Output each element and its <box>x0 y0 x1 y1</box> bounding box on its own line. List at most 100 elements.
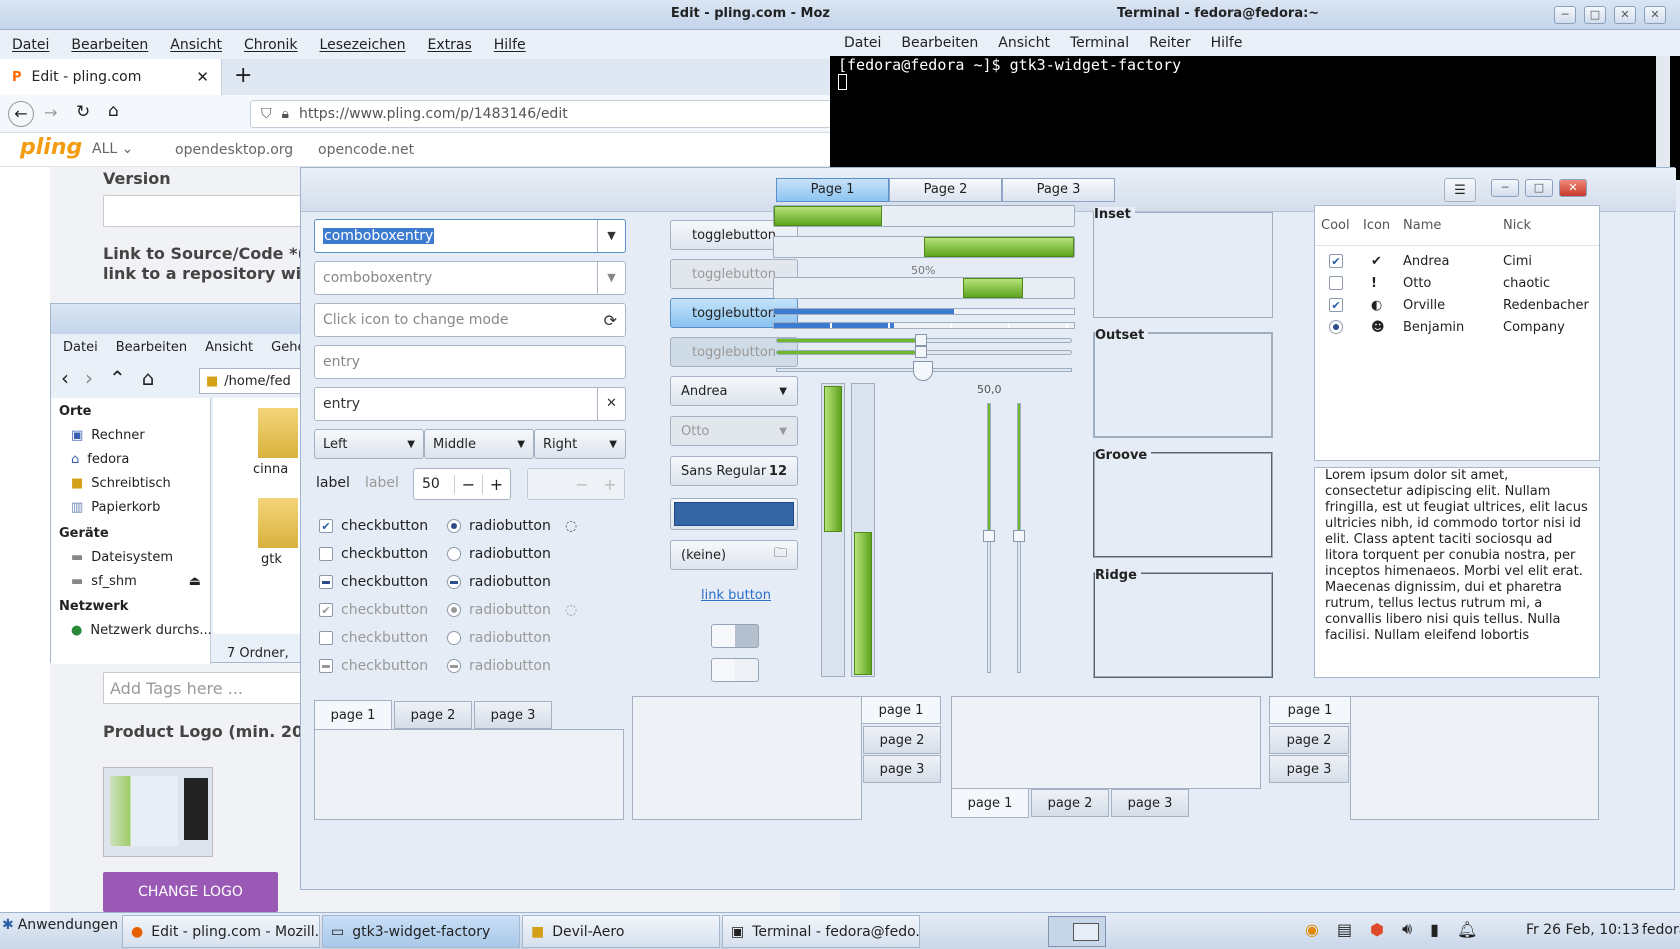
switch-off[interactable] <box>711 658 759 682</box>
combo-right[interactable]: Right ▼ <box>534 429 626 459</box>
combo-left[interactable]: Left ▼ <box>314 429 424 459</box>
col-cool[interactable]: Cool <box>1321 218 1350 233</box>
scale-slider[interactable] <box>1013 530 1025 542</box>
shield-icon[interactable]: ⬢ <box>1370 920 1384 939</box>
entry-1[interactable]: entry <box>314 345 626 379</box>
font-button[interactable]: Sans Regular 12 <box>670 456 798 486</box>
forward-icon[interactable]: → <box>44 103 57 122</box>
home-icon[interactable]: ⌂ <box>108 101 119 121</box>
textview[interactable]: Lorem ipsum dolor sit amet, consectetur … <box>1314 467 1600 678</box>
menu-lesezeichen[interactable]: Lesezeichen <box>320 37 406 53</box>
url-bar[interactable]: ⛉ 🔒︎ https://www.pling.com/p/1483146/edi… <box>250 100 850 128</box>
notification-bell-icon[interactable]: 🔔︎ <box>1457 920 1477 939</box>
reload-icon[interactable]: ↻ <box>76 102 90 122</box>
term-menu-bearbeiten[interactable]: Bearbeiten <box>901 35 978 51</box>
volume-icon[interactable]: 🔊︎ <box>1402 919 1412 939</box>
term-menu-ansicht[interactable]: Ansicht <box>998 35 1050 51</box>
folder-icon[interactable] <box>258 408 298 458</box>
folder-icon[interactable] <box>258 498 298 548</box>
sidebar-item-dateisystem[interactable]: ▬ Dateisystem <box>71 550 173 565</box>
mode-entry[interactable]: Click icon to change mode ⟳ <box>314 303 626 337</box>
link-button[interactable]: link button <box>701 588 771 603</box>
menu-extras[interactable]: Extras <box>428 37 472 53</box>
menu-chronik[interactable]: Chronik <box>244 37 298 53</box>
term-menu-terminal[interactable]: Terminal <box>1070 35 1129 51</box>
nb2-tab-3[interactable]: page 3 <box>863 755 941 783</box>
term-menu-reiter[interactable]: Reiter <box>1149 35 1190 51</box>
fm-menu-bearbeiten[interactable]: Bearbeiten <box>116 340 187 355</box>
minimize-icon[interactable]: ─ <box>1554 6 1576 24</box>
menu-bearbeiten[interactable]: Bearbeiten <box>71 37 148 53</box>
scale-slider[interactable] <box>983 530 995 542</box>
chevron-down-icon[interactable]: ▼ <box>597 220 625 252</box>
fm-menu-ansicht[interactable]: Ansicht <box>205 340 253 355</box>
user-name[interactable]: fedora <box>1642 922 1680 938</box>
plus-icon[interactable]: + <box>482 474 510 494</box>
nb3-tab-3[interactable]: page 3 <box>1111 789 1189 817</box>
menu-hilfe[interactable]: Hilfe <box>494 37 526 53</box>
forward-icon[interactable]: › <box>85 366 93 390</box>
fm-path-bar[interactable]: ■ /home/fed <box>199 368 309 394</box>
col-icon[interactable]: Icon <box>1363 218 1390 233</box>
nb1-tab-1[interactable]: page 1 <box>314 700 392 730</box>
check-icon[interactable] <box>1329 276 1343 290</box>
workspace-switcher[interactable] <box>1048 916 1106 947</box>
nb1-tab-2[interactable]: page 2 <box>394 701 472 729</box>
tab-page-1[interactable]: Page 1 <box>776 178 889 202</box>
new-tab-button[interactable]: + <box>234 63 252 88</box>
firefox-titlebar[interactable]: Edit - pling.com - Moz <box>0 0 840 30</box>
minus-icon[interactable]: − <box>454 474 482 494</box>
eject-icon[interactable]: ⏏ <box>189 574 201 589</box>
filter-dropdown[interactable]: ALL ⌄ <box>92 141 133 157</box>
minimize-icon[interactable]: ─ <box>1491 179 1519 197</box>
close-icon-2[interactable]: ✕ <box>1644 6 1666 24</box>
menu-ansicht[interactable]: Ansicht <box>170 37 222 53</box>
up-icon[interactable]: ⌃ <box>109 366 126 390</box>
battery-icon[interactable]: ▮ <box>1430 920 1439 939</box>
nb4-tab-3[interactable]: page 3 <box>1269 755 1349 783</box>
file-chooser-button[interactable]: (keine) 🗀 <box>670 540 798 570</box>
check-icon[interactable]: ✔ <box>1329 254 1343 268</box>
close-icon[interactable]: ✕ <box>1559 179 1587 197</box>
switch-on[interactable] <box>711 624 759 648</box>
sidebar-item-rechner[interactable]: ▣ Rechner <box>71 428 145 443</box>
maximize-icon[interactable]: □ <box>1584 6 1606 24</box>
term-menu-datei[interactable]: Datei <box>844 35 881 51</box>
hamburger-menu-icon[interactable]: ☰ <box>1444 178 1476 202</box>
sidebar-item-fedora[interactable]: ⌂ fedora <box>71 452 129 467</box>
sidebar-item-papierkorb[interactable]: ▥ Papierkorb <box>71 500 160 515</box>
home-icon[interactable]: ⌂ <box>142 366 155 390</box>
tab-page-2[interactable]: Page 2 <box>889 178 1002 202</box>
col-name[interactable]: Name <box>1403 218 1441 233</box>
check-icon[interactable]: ✔ <box>1329 298 1343 312</box>
task-widget-factory[interactable]: ▭ gtk3-widget-factory <box>322 915 520 948</box>
change-logo-button[interactable]: CHANGE LOGO <box>103 872 278 912</box>
network-icon[interactable]: ▤ <box>1337 920 1352 939</box>
close-tab-icon[interactable]: ✕ <box>196 68 209 86</box>
clear-icon[interactable]: ✕ <box>597 388 625 420</box>
col-nick[interactable]: Nick <box>1503 218 1531 233</box>
scale-slider[interactable] <box>915 334 927 346</box>
maximize-icon[interactable]: □ <box>1525 179 1553 197</box>
term-menu-hilfe[interactable]: Hilfe <box>1211 35 1243 51</box>
sidebar-item-schreibtisch[interactable]: ■ Schreibtisch <box>71 476 171 491</box>
nb4-tab-1[interactable]: page 1 <box>1269 696 1351 724</box>
task-terminal[interactable]: ▣ Terminal - fedora@fedo... <box>722 915 920 948</box>
scale-slider[interactable] <box>913 361 933 381</box>
back-icon[interactable]: ← <box>8 101 34 127</box>
combo-andrea[interactable]: Andrea ▼ <box>670 376 798 406</box>
terminal-output[interactable]: [fedora@fedora ~]$ gtk3-widget-factory <box>838 56 1648 180</box>
applications-menu[interactable]: ✱ Anwendungen <box>2 917 118 933</box>
tab-page-3[interactable]: Page 3 <box>1002 178 1115 202</box>
comboboxentry-2[interactable]: comboboxentry ▼ <box>314 261 626 295</box>
nb3-tab-1[interactable]: page 1 <box>951 788 1029 818</box>
bookmark-opendesktop[interactable]: opendesktop.org <box>175 142 293 158</box>
sidebar-item-netzwerk[interactable]: ● Netzwerk durchs... <box>71 623 212 638</box>
table-row[interactable]: ! Otto chaotic <box>1315 272 1599 294</box>
bookmark-opencode[interactable]: opencode.net <box>318 142 414 158</box>
checkbutton-1[interactable]: ✔ checkbutton <box>319 518 428 534</box>
nb1-tab-3[interactable]: page 3 <box>474 701 552 729</box>
fm-titlebar[interactable] <box>51 304 306 334</box>
color-button[interactable] <box>670 498 798 530</box>
back-icon[interactable]: ‹ <box>61 366 69 390</box>
